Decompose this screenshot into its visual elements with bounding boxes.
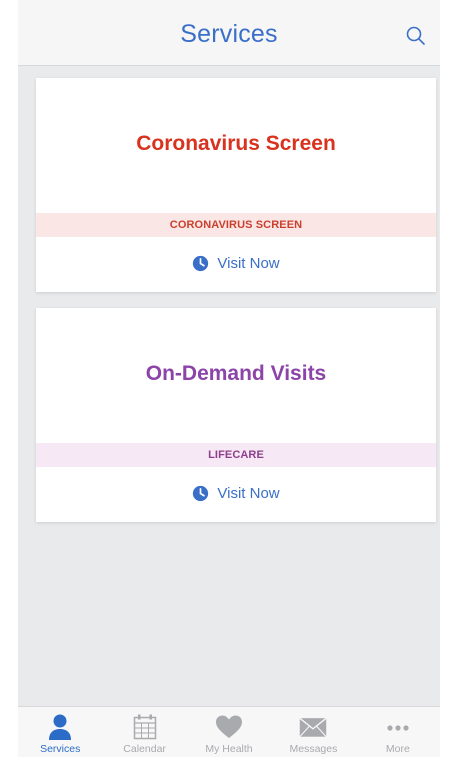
- card-category-band: CORONAVIRUS SCREEN: [36, 213, 436, 237]
- tab-services[interactable]: Services: [18, 707, 102, 757]
- visit-now-button[interactable]: Visit Now: [36, 473, 436, 513]
- page-title: Services: [180, 20, 278, 48]
- tab-label: My Health: [205, 743, 253, 755]
- tab-more[interactable]: More: [356, 707, 440, 757]
- service-card-coronavirus[interactable]: Coronavirus Screen CORONAVIRUS SCREEN Vi…: [36, 78, 436, 292]
- tab-label: Services: [40, 743, 81, 755]
- calendar-icon: [133, 714, 156, 740]
- visit-now-button[interactable]: Visit Now: [36, 243, 436, 283]
- card-category-band: LIFECARE: [36, 443, 436, 467]
- search-button[interactable]: [404, 24, 428, 48]
- tab-calendar[interactable]: Calendar: [102, 707, 186, 757]
- card-title: Coronavirus Screen: [136, 132, 336, 155]
- screen: Services Coronavirus Screen CORONAVIRUS …: [0, 0, 458, 757]
- clock-icon: [193, 485, 209, 501]
- tab-messages[interactable]: Messages: [271, 707, 355, 757]
- tab-label: Messages: [289, 743, 338, 755]
- heart-icon: [216, 715, 243, 738]
- tab-my-health[interactable]: My Health: [187, 707, 271, 757]
- more-dots-icon: [387, 725, 409, 731]
- search-icon: [406, 26, 425, 45]
- visit-now-label: Visit Now: [217, 254, 280, 272]
- person-icon: [49, 714, 72, 740]
- tab-label: Calendar: [123, 743, 166, 755]
- services-list: Coronavirus Screen CORONAVIRUS SCREEN Vi…: [18, 66, 440, 706]
- service-card-on-demand[interactable]: On-Demand Visits LIFECARE Visit Now: [36, 308, 436, 522]
- app-window: Services Coronavirus Screen CORONAVIRUS …: [18, 0, 440, 757]
- visit-now-label: Visit Now: [217, 484, 280, 502]
- envelope-icon: [299, 717, 328, 738]
- clock-icon: [193, 255, 209, 271]
- tab-label: More: [385, 743, 410, 755]
- card-title: On-Demand Visits: [145, 362, 327, 385]
- tab-bar: Services Calendar My Health Messages Mor…: [18, 706, 440, 757]
- navigation-bar: Services: [18, 0, 440, 66]
